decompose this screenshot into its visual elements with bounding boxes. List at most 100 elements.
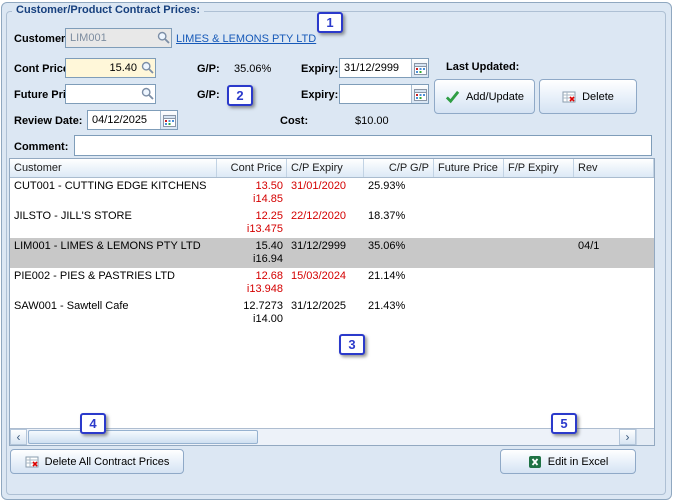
cont-gp-value: 35.06% <box>234 63 272 75</box>
cell-review <box>574 178 654 182</box>
delete-all-label: Delete All Contract Prices <box>44 455 170 468</box>
cell-customer: PIE002 - PIES & PASTRIES LTD <box>14 270 175 282</box>
cost-label: Cost: <box>280 115 309 127</box>
grid-rows: CUT001 - CUTTING EDGE KITCHENS 13.50 i14.8… <box>10 178 654 428</box>
cell-review <box>574 268 654 272</box>
calendar-button[interactable] <box>411 59 428 77</box>
cont-expiry-input[interactable] <box>340 59 411 77</box>
delete-all-contract-prices-button[interactable]: Delete All Contract Prices <box>10 449 184 474</box>
cell-fp-expiry <box>504 238 574 242</box>
add-update-label: Add/Update <box>465 90 525 103</box>
callout-2: 2 <box>227 85 253 106</box>
magnifier-icon[interactable] <box>157 31 170 44</box>
callout-5: 5 <box>551 413 577 434</box>
magnifier-icon[interactable] <box>141 87 154 100</box>
cell-future-price <box>434 268 504 272</box>
cell-customer: CUT001 - CUTTING EDGE KITCHENS <box>14 180 207 192</box>
scrollbar-thumb[interactable] <box>28 430 258 444</box>
delete-grid-icon <box>562 91 576 102</box>
cell-fp-expiry <box>504 268 574 272</box>
scrollbar-track[interactable] <box>27 429 619 445</box>
review-date-input[interactable] <box>88 111 160 129</box>
cell-cont-price: 12.25 i13.475 <box>246 210 283 235</box>
callout-1: 1 <box>317 12 343 33</box>
customer-input[interactable] <box>65 28 172 48</box>
cell-review: 04/1 <box>578 240 600 252</box>
table-row[interactable]: PIE002 - PIES & PASTRIES LTD 12.68 i13.948… <box>10 268 654 298</box>
calendar-button[interactable] <box>160 111 177 129</box>
future-expiry-input[interactable] <box>340 85 411 103</box>
cell-review <box>574 208 654 212</box>
cell-future-price <box>434 208 504 212</box>
column-header-cp-expiry[interactable]: C/P Expiry <box>287 159 364 177</box>
edit-in-excel-label: Edit in Excel <box>547 455 609 468</box>
cell-cp-gp: 35.06% <box>368 240 406 252</box>
future-expiry-field <box>339 84 429 104</box>
cont-expiry-field <box>339 58 429 78</box>
customer-label: Customer: <box>14 33 70 45</box>
scrollbar-corner <box>636 429 654 445</box>
cell-cp-expiry: 15/03/2024 <box>291 270 347 282</box>
cell-cp-expiry: 31/12/2025 <box>291 300 347 312</box>
calendar-icon <box>413 88 427 101</box>
callout-4: 4 <box>80 413 106 434</box>
cell-fp-expiry <box>504 178 574 182</box>
future-expiry-label: Expiry: <box>301 89 339 101</box>
delete-label: Delete <box>582 90 614 103</box>
excel-icon <box>528 455 541 468</box>
calendar-icon <box>162 114 176 127</box>
table-row[interactable]: LIM001 - LIMES & LEMONS PTY LTD 15.40 i16.… <box>10 238 654 268</box>
column-header-rev[interactable]: Rev <box>574 159 654 177</box>
column-header-customer[interactable]: Customer <box>10 159 217 177</box>
last-updated-label: Last Updated: <box>446 61 520 73</box>
cell-cp-expiry: 22/12/2020 <box>291 210 347 222</box>
add-update-button[interactable]: Add/Update <box>434 79 535 114</box>
magnifier-icon[interactable] <box>141 61 154 74</box>
cell-future-price <box>434 298 504 302</box>
cell-future-price <box>434 238 504 242</box>
cell-cp-expiry: 31/12/2999 <box>291 240 347 252</box>
cell-review <box>574 298 654 302</box>
calendar-button[interactable] <box>411 85 428 103</box>
column-header-cont-price[interactable]: Cont Price <box>217 159 287 177</box>
cell-customer: LIM001 - LIMES & LEMONS PTY LTD <box>14 240 201 252</box>
table-row[interactable]: CUT001 - CUTTING EDGE KITCHENS 13.50 i14.8… <box>10 178 654 208</box>
cell-cp-gp: 25.93% <box>368 180 406 192</box>
customer-name-link[interactable]: LIMES & LEMONS PTY LTD <box>176 33 316 45</box>
future-gp-label: G/P: <box>197 89 220 101</box>
cell-cont-price: 12.7273 i14.00 <box>243 300 283 325</box>
scroll-left-arrow[interactable]: ‹ <box>10 429 27 445</box>
table-row[interactable]: JILSTO - JILL'S STORE 12.25 i13.475 22/12/2… <box>10 208 654 238</box>
contract-prices-window: Customer/Product Contract Prices: Custom… <box>1 2 672 500</box>
green-check-icon <box>445 90 460 104</box>
review-date-field <box>87 110 178 130</box>
cell-cont-price: 12.68 i13.948 <box>246 270 283 295</box>
cost-value: $10.00 <box>355 115 389 127</box>
column-header-fp-expiry[interactable]: F/P Expiry <box>504 159 574 177</box>
cell-customer: JILSTO - JILL'S STORE <box>14 210 132 222</box>
cell-cp-expiry: 31/01/2020 <box>291 180 347 192</box>
cell-cp-gp: 21.14% <box>368 270 406 282</box>
column-header-cp-gp[interactable]: C/P G/P <box>364 159 434 177</box>
cont-price-lookup <box>65 58 156 78</box>
column-header-future-price[interactable]: Future Price <box>434 159 504 177</box>
comment-label: Comment: <box>14 141 69 153</box>
cell-cont-price: 13.50 i14.85 <box>253 180 283 205</box>
comment-input[interactable] <box>74 135 652 156</box>
cont-expiry-label: Expiry: <box>301 63 339 75</box>
cell-cp-gp: 21.43% <box>368 300 406 312</box>
cont-gp-label: G/P: <box>197 63 220 75</box>
customer-lookup <box>65 28 172 48</box>
edit-in-excel-button[interactable]: Edit in Excel <box>500 449 636 474</box>
groupbox-title: Customer/Product Contract Prices: <box>12 4 204 16</box>
table-row[interactable]: SAW001 - Sawtell Cafe 12.7273 i14.00 31/12/… <box>10 298 654 328</box>
cont-price-label: Cont Price: <box>14 63 73 75</box>
cell-fp-expiry <box>504 298 574 302</box>
callout-3: 3 <box>339 334 365 355</box>
delete-grid-icon <box>25 456 39 467</box>
contract-prices-grid: Customer Cont Price C/P Expiry C/P G/P F… <box>9 158 655 446</box>
delete-button[interactable]: Delete <box>539 79 637 114</box>
scroll-right-arrow[interactable]: › <box>619 429 636 445</box>
cell-future-price <box>434 178 504 182</box>
calendar-icon <box>413 62 427 75</box>
